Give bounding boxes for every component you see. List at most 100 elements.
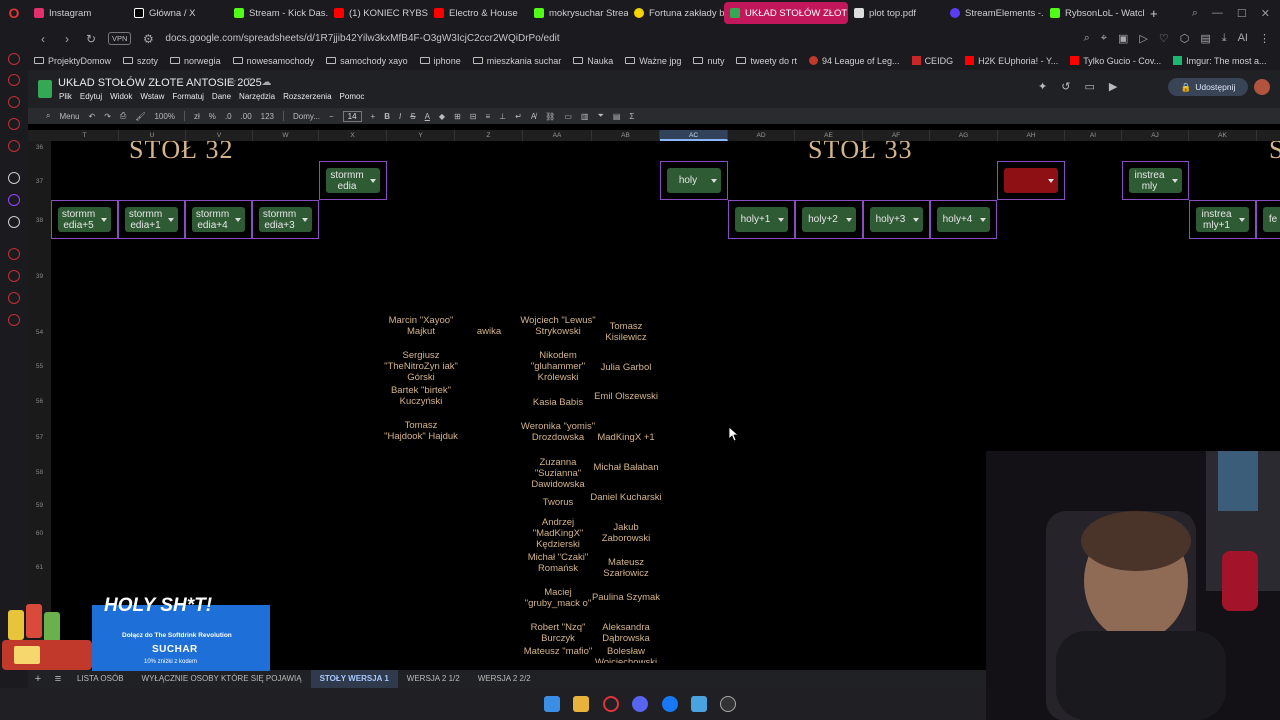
tab-instagram[interactable]: Instagram [28,2,128,24]
row-header[interactable]: 54 [28,329,51,336]
rotate-icon[interactable]: A̸ [531,112,536,121]
sidebar-x-icon[interactable] [8,216,20,228]
sheet-tab[interactable]: WYŁĄCZNIE OSOBY KTÓRE SIĘ POJAWIĄ [133,670,311,688]
column-header[interactable]: U [119,130,186,141]
column-header[interactable]: Y [387,130,455,141]
tab-fortuna[interactable]: Fortuna zakłady bu... [628,2,724,24]
search-tabs-icon[interactable]: ⌕ [1192,7,1198,20]
tab-youtube-1[interactable]: (1) KONIEC RYBSO... [328,2,428,24]
align-icon[interactable]: ≡ [485,112,490,121]
redo-icon[interactable]: ↷ [104,112,111,121]
back-icon[interactable]: ‹ [36,32,50,46]
percent-format[interactable]: % [209,112,216,121]
column-header[interactable]: AE [795,130,863,141]
sidebar-clock-icon[interactable] [8,248,20,260]
gemini-icon[interactable]: ✦ [1038,80,1047,93]
seat-dropdown[interactable]: instrea mly+1 [1196,207,1249,232]
avatar[interactable] [1254,79,1270,95]
seat-dropdown[interactable]: holy+2 [802,207,856,232]
sidebar-home-icon[interactable] [8,53,20,65]
sidebar-twitch-icon[interactable] [8,194,20,206]
sheet-tab[interactable]: LISTA OSÓB [68,670,133,688]
seat-dropdown[interactable]: stormm edia+3 [259,207,312,232]
guest-name[interactable]: Paulina Szymak [588,592,664,603]
seat-cell-empty[interactable] [997,161,1065,200]
file-explorer-icon[interactable] [573,696,589,712]
guest-name[interactable]: Daniel Kucharski [588,492,664,503]
star-icon[interactable]: ☆ [228,77,237,88]
tab-kick[interactable]: Stream - Kick Das... [228,2,328,24]
guest-name[interactable]: Wojciech "Lewus" Strykowski [520,315,596,337]
sidebar-news-icon[interactable] [8,118,20,130]
seat-dropdown-empty[interactable] [1004,168,1058,193]
seat-dropdown[interactable]: instrea mly [1129,168,1182,193]
seat-cell[interactable]: holy+4 [930,200,997,239]
column-header[interactable]: V [186,130,253,141]
heart-icon[interactable]: ♡ [1159,32,1169,45]
chart-icon[interactable]: ▥ [581,112,589,121]
more-formats[interactable]: 123 [261,112,274,121]
functions-icon[interactable]: Σ [629,112,634,121]
bookmark-folder[interactable]: Nauka [573,56,613,66]
guest-name[interactable]: Mateusz "mafio" [520,646,596,657]
strikethrough-icon[interactable]: S [410,112,415,121]
sheet-tab[interactable]: WERSJA 2 2/2 [469,670,540,688]
wrap-icon[interactable]: ↵ [515,112,522,121]
add-sheet-icon[interactable]: + [28,673,48,685]
font-size-increase[interactable]: + [371,112,376,121]
seat-cell[interactable]: holy+2 [795,200,863,239]
guest-name[interactable]: Bartek "birtek" Kuczyński [383,385,459,407]
bookmark-link[interactable]: Imgur: The most a... [1173,56,1267,66]
notepad-icon[interactable] [691,696,707,712]
menu-data[interactable]: Dane [212,92,231,101]
close-icon[interactable]: ✕ [1261,7,1270,20]
facebook-icon[interactable] [662,696,678,712]
sidebar-wallet-icon[interactable] [8,96,20,108]
seat-cell[interactable]: stormm edia+4 [185,200,252,239]
column-header[interactable]: Z [455,130,523,141]
guest-name[interactable]: Jakub Zaborowski [588,522,664,544]
column-header[interactable]: AB [592,130,660,141]
sidebar-history-icon[interactable] [8,270,20,282]
vpn-badge[interactable]: VPN [108,32,132,45]
borders-icon[interactable]: ⊞ [454,112,461,121]
all-sheets-icon[interactable]: ≡ [48,673,68,685]
menu-help[interactable]: Pomoc [340,92,365,101]
sheets-logo-icon[interactable] [38,80,52,98]
print-icon[interactable]: ⎙ [120,111,126,121]
guest-name[interactable]: Emil Olszewski [588,391,664,402]
guest-name[interactable]: Kasia Babis [520,397,596,408]
discord-icon[interactable] [632,696,648,712]
valign-icon[interactable]: ⊥ [499,112,506,121]
column-header[interactable]: AI [1065,130,1122,141]
forward-icon[interactable]: › [60,32,74,46]
seat-dropdown[interactable]: stormm edia+4 [192,207,245,232]
row-header[interactable]: 37 [28,178,51,185]
seat-cell[interactable]: stormm edia+1 [118,200,185,239]
cloud-icon[interactable]: ☁ [261,77,271,88]
menu-format[interactable]: Formatuj [172,92,204,101]
bold-icon[interactable]: B [384,112,390,121]
search-menu-icon[interactable]: ⌕ [46,111,50,121]
comment-icon[interactable]: ▭ [564,112,572,121]
filter-icon[interactable]: ⏷ [597,111,603,121]
row-header[interactable]: 56 [28,398,51,405]
history-icon[interactable]: ↺ [1061,80,1070,93]
tab-sheets-active[interactable]: UKŁAD STOŁÓW ZŁOTE A... [724,2,848,24]
menu-file[interactable]: Plik [59,92,72,101]
fill-color-icon[interactable]: ◆ [439,112,445,121]
sidebar-speed-icon[interactable] [8,74,20,86]
seat-dropdown[interactable]: fe [1263,207,1280,232]
column-header[interactable]: AJ [1122,130,1189,141]
bookmark-folder[interactable]: Ważne jpg [625,56,681,66]
move-icon[interactable]: ⇪ [245,77,253,88]
seat-dropdown[interactable]: holy [667,168,721,193]
zoom-icon[interactable]: ⌕ [1084,32,1090,45]
column-header[interactable]: AF [863,130,930,141]
column-header[interactable]: AD [728,130,795,141]
seat-cell[interactable]: instrea mly+1 [1189,200,1256,239]
guest-name[interactable]: MadKingX +1 [588,432,664,443]
menu-icon[interactable]: ⋮ [1259,32,1270,45]
seat-dropdown[interactable]: stormm edia [326,168,380,193]
paint-format-icon[interactable]: 🖌 [135,112,145,121]
